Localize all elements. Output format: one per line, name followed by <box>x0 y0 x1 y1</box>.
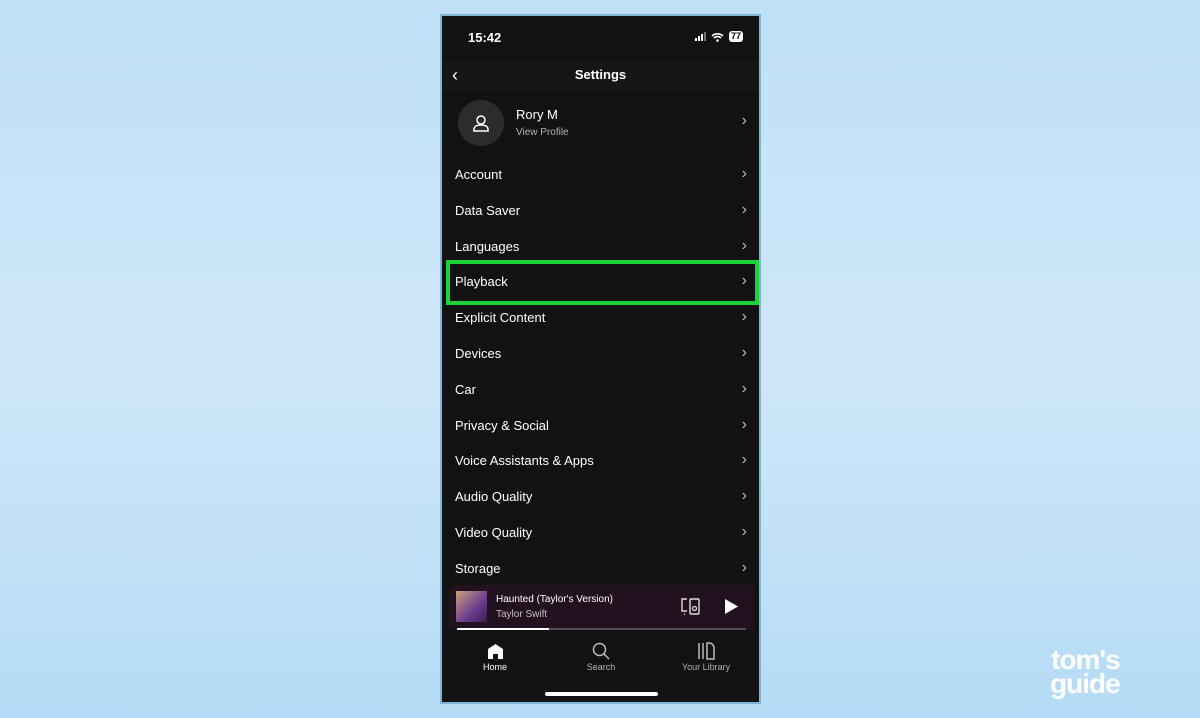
avatar <box>458 100 504 146</box>
settings-item-voice-assistants-apps[interactable]: Voice Assistants & Apps › <box>442 443 759 479</box>
mini-player[interactable]: Haunted (Taylor's Version) Taylor Swift <box>449 585 754 630</box>
play-icon[interactable] <box>725 599 738 614</box>
settings-item-label: Video Quality <box>455 525 533 540</box>
settings-item-label: Languages <box>455 238 520 254</box>
view-profile-link[interactable]: View Profile <box>516 127 569 138</box>
chevron-right-icon: › <box>741 344 747 361</box>
chevron-right-icon: › <box>741 487 747 505</box>
nav-library[interactable]: Your Library <box>666 640 746 672</box>
track-title: Haunted (Taylor's Version) <box>496 594 613 605</box>
settings-item-label: Explicit Content <box>455 310 546 326</box>
nav-home-label: Home <box>482 662 507 672</box>
settings-item-label: Data Saver <box>455 202 521 218</box>
user-icon <box>473 115 489 132</box>
settings-item-account[interactable]: Account › <box>442 157 759 193</box>
nav-search-label: Search <box>586 662 616 672</box>
signal-icon <box>694 32 706 41</box>
settings-item-storage[interactable]: Storage › <box>442 551 759 587</box>
settings-item-explicit-content[interactable]: Explicit Content › <box>442 300 759 336</box>
chevron-right-icon: › <box>741 415 747 433</box>
settings-item-label: Audio Quality <box>455 489 533 505</box>
library-icon <box>698 642 715 660</box>
page-title: Settings <box>574 67 627 82</box>
toms-guide-logo: tom's guide <box>1050 644 1121 699</box>
settings-item-label: Storage <box>455 560 501 576</box>
settings-item-label: Privacy & Social <box>455 417 549 433</box>
wifi-icon <box>711 32 724 42</box>
home-indicator <box>545 692 658 696</box>
settings-item-video-quality[interactable]: Video Quality › <box>442 515 759 551</box>
settings-item-data-saver[interactable]: Data Saver › <box>442 193 759 229</box>
chevron-right-icon: › <box>741 379 747 397</box>
chevron-right-icon: › <box>741 308 747 326</box>
search-icon <box>592 642 610 660</box>
chevron-right-icon: › <box>741 558 747 576</box>
nav-home[interactable]: Home <box>455 640 535 672</box>
phone-screen: 15:42 77 ‹ Settings Rory M View Profile … <box>440 14 761 704</box>
chevron-right-icon: › <box>741 451 747 469</box>
nav-search[interactable]: Search <box>561 640 641 672</box>
album-art <box>456 591 487 622</box>
home-icon <box>487 643 503 659</box>
settings-item-privacy-social[interactable]: Privacy & Social › <box>442 408 759 444</box>
status-time: 15:42 <box>468 30 502 45</box>
settings-item-devices[interactable]: Devices › <box>442 336 759 372</box>
settings-item-label: Voice Assistants & Apps <box>455 453 594 469</box>
nav-library-label: Your Library <box>681 662 731 672</box>
settings-item-label: Car <box>455 381 476 397</box>
header: ‹ Settings <box>442 61 759 91</box>
settings-item-label: Devices <box>455 346 502 361</box>
profile-row[interactable]: Rory M View Profile › <box>458 98 749 148</box>
track-artist: Taylor Swift <box>496 609 548 620</box>
chevron-right-icon: › <box>741 200 747 218</box>
battery-icon: 77 <box>728 31 743 42</box>
playback-progress[interactable] <box>457 628 746 630</box>
chevron-right-icon: › <box>741 236 747 254</box>
chevron-right-icon: › <box>741 112 747 129</box>
settings-item-audio-quality[interactable]: Audio Quality › <box>442 479 759 515</box>
settings-item-car[interactable]: Car › <box>442 372 759 408</box>
chevron-right-icon: › <box>741 165 747 182</box>
chevron-right-icon: › <box>741 523 747 540</box>
status-bar: 15:42 77 <box>442 16 759 61</box>
highlight-box <box>446 260 759 305</box>
profile-name: Rory M <box>516 107 558 122</box>
settings-item-label: Account <box>455 167 502 182</box>
connect-device-icon[interactable] <box>681 598 701 615</box>
